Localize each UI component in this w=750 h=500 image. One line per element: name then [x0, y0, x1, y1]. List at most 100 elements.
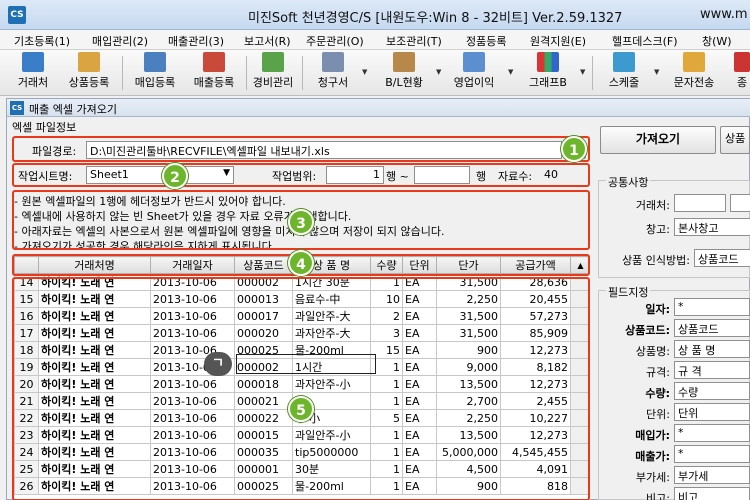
subwindow-title: 매출 엑셀 가져오기 [29, 103, 117, 116]
menu-order[interactable]: 주문관리(O) [306, 30, 364, 49]
menu-sales[interactable]: 매출관리(3) [168, 30, 224, 49]
sheet-name-select[interactable]: Sheet1 ▼ [86, 166, 234, 184]
app-icon: CS [8, 6, 26, 24]
record-count-value: 40 [544, 168, 558, 181]
field-mapping-title: 필드지정 [606, 284, 651, 300]
overlay-marker: ㄱ [204, 352, 232, 376]
annotation-box-5 [12, 277, 590, 500]
field-label: 상품코드: [625, 324, 670, 337]
import-button[interactable]: 가져오기 [600, 126, 716, 154]
menu-basic[interactable]: 기초등록(1) [14, 30, 70, 49]
toolbar-sms-button[interactable]: 문자전송 [664, 52, 724, 94]
range-row-label-1: 행 ~ [386, 170, 409, 183]
expense-icon [262, 52, 284, 72]
invoice-icon [322, 52, 344, 72]
field-mapping-select[interactable]: 수량 [674, 382, 750, 400]
range-end-input[interactable] [414, 166, 470, 184]
field-mapping-select[interactable]: * [674, 298, 750, 316]
menu-aux[interactable]: 보조관리(T) [386, 30, 442, 49]
menu-helpdesk[interactable]: 헬프데스크(F) [612, 30, 678, 49]
title-bar: CS 미진Soft 천년경영C/S [내원도우:Win 8 - 32비트] Ve… [0, 0, 750, 30]
selected-cell-outline [236, 354, 376, 374]
field-mapping-select[interactable]: 단위 [674, 403, 750, 421]
field-mapping-select[interactable]: * [674, 445, 750, 463]
toolbar-invoice-button[interactable]: 청구서 [308, 52, 358, 94]
field-label: 매출가: [635, 450, 670, 463]
toolbar-bl-button[interactable]: B/L현황 [376, 52, 432, 94]
range-start-input[interactable]: 1 [326, 166, 384, 184]
menu-remote[interactable]: 원격지원(E) [530, 30, 586, 49]
product-button[interactable]: 상품 [720, 126, 750, 154]
toolbar-profit-button[interactable]: 영업이익 [446, 52, 502, 94]
subwindow-title-bar: CS 매출 엑셀 가져오기 [7, 99, 750, 117]
exit-icon [734, 52, 750, 72]
bar-chart-icon [537, 52, 559, 72]
field-mapping-select[interactable]: 상 품 명 [674, 340, 750, 358]
schedule-dropdown-icon[interactable]: ▼ [654, 68, 659, 76]
warehouse-input[interactable]: 본사창고 [674, 218, 750, 236]
badge-5: 5 [288, 396, 314, 422]
toolbar-customer-button[interactable]: 거래처 [8, 52, 58, 94]
field-mapping-select[interactable]: 상품코드 [674, 319, 750, 337]
record-count-label: 자료수: [498, 170, 533, 183]
customer-input[interactable] [674, 194, 726, 212]
menu-license[interactable]: 정품등록 [466, 30, 506, 49]
field-label: 단위: [646, 408, 670, 421]
menu-window[interactable]: 창(W) [702, 30, 732, 49]
profit-dropdown-icon[interactable]: ▼ [508, 68, 513, 76]
range-label: 작업범위: [272, 170, 317, 183]
field-label: 일자: [645, 303, 670, 316]
field-label: 수량: [645, 387, 670, 400]
field-label: 부가세: [635, 471, 670, 484]
range-row-label-2: 행 [476, 170, 487, 183]
field-mapping-select[interactable]: 비고 [674, 487, 750, 500]
window-title-tail: www.m [700, 7, 748, 22]
recognize-method-select[interactable]: 상품코드 [694, 249, 750, 267]
common-section-title: 공통사항 [606, 174, 651, 190]
chevron-down-icon: ▼ [223, 168, 230, 178]
badge-1: 1 [561, 136, 587, 162]
file-path-input[interactable]: D:\미진관리툴바\RECVFILE\엑셀파일 내보내기.xls [86, 141, 562, 159]
field-mapping-select[interactable]: 규 격 [674, 361, 750, 379]
field-label: 매입가: [635, 429, 670, 442]
field-mapping-select[interactable]: 부가세 [674, 466, 750, 484]
window-title: 미진Soft 천년경영C/S [내원도우:Win 8 - 32비트] Ver.2… [248, 11, 623, 26]
menu-report[interactable]: 보고서(R) [244, 30, 291, 49]
profit-icon [463, 52, 485, 72]
toolbar-product-button[interactable]: 상품등록 [60, 52, 118, 94]
toolbar-graph-button[interactable]: 그래프B [520, 52, 576, 94]
badge-3: 3 [288, 209, 314, 235]
purchase-icon [144, 52, 166, 72]
customer-icon [22, 52, 44, 72]
customer-code-input[interactable] [730, 194, 750, 212]
sheet-name-label: 작업시트명: [18, 170, 73, 183]
field-label: 상품명: [635, 345, 670, 358]
field-mapping-select[interactable]: * [674, 424, 750, 442]
toolbar-sales-button[interactable]: 매출등록 [184, 52, 244, 94]
menu-purchase[interactable]: 매입관리(2) [92, 30, 148, 49]
sales-icon [203, 52, 225, 72]
group-label-excel-info: 엑셀 파일정보 [12, 121, 77, 134]
field-label: 비고: [646, 492, 670, 500]
toolbar: 거래처 상품등록 매입등록 매출등록 경비관리 청구서 ▼ B/L현황 ▼ 영업… [0, 50, 750, 96]
toolbar-purchase-button[interactable]: 매입등록 [126, 52, 184, 94]
toolbar-exit-button[interactable]: 종 [734, 52, 750, 94]
bl-dropdown-icon[interactable]: ▼ [436, 68, 441, 76]
field-label: 규격: [646, 366, 670, 379]
menu-bar: 기초등록(1) 매입관리(2) 매출관리(3) 보고서(R) 주문관리(O) 보… [0, 30, 750, 50]
warehouse-label: 창고: [646, 223, 670, 236]
customer-label: 거래처: [635, 199, 670, 212]
file-path-label: 파일경로: [32, 145, 77, 158]
badge-4: 4 [288, 250, 314, 276]
calendar-icon [613, 52, 635, 72]
bl-icon [393, 52, 415, 72]
toolbar-schedule-button[interactable]: 스케줄 [598, 52, 650, 94]
graph-dropdown-icon[interactable]: ▼ [580, 68, 585, 76]
recognize-method-label: 상품 인식방법: [622, 254, 690, 267]
invoice-dropdown-icon[interactable]: ▼ [362, 68, 367, 76]
toolbar-expense-button[interactable]: 경비관리 [248, 52, 298, 94]
badge-2: 2 [162, 163, 188, 189]
product-box-icon [78, 52, 100, 72]
subwindow-icon: CS [10, 101, 24, 115]
message-icon [683, 52, 705, 72]
